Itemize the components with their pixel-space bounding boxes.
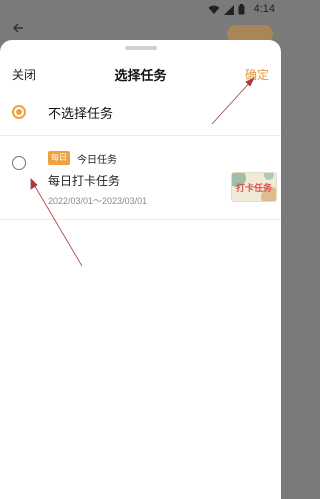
back-arrow-icon xyxy=(12,22,24,38)
status-time: 4:14 xyxy=(253,3,275,15)
task-date-range: 2022/03/01～2023/03/01 xyxy=(48,196,148,206)
select-task-sheet: 关闭 选择任务 确定 不选择任务 每日 今日任务 每日打卡任务 2022/03/… xyxy=(0,40,281,499)
divider xyxy=(0,135,281,136)
status-bar: 4:14 xyxy=(0,0,281,18)
wifi-icon xyxy=(208,5,220,18)
task-category: 今日任务 xyxy=(77,155,117,166)
dimmed-app-header xyxy=(0,18,281,43)
sheet-header: 关闭 选择任务 确定 xyxy=(0,60,281,88)
thumbnail-text: 打卡任务 xyxy=(235,184,272,194)
divider xyxy=(0,219,281,220)
option-no-task-label: 不选择任务 xyxy=(48,107,114,122)
battery-icon xyxy=(238,4,245,18)
sheet-title: 选择任务 xyxy=(114,69,167,84)
signal-icon xyxy=(224,4,234,18)
task-thumbnail: 打卡任务 xyxy=(231,172,277,202)
status-icons xyxy=(208,4,245,18)
task-name: 每日打卡任务 xyxy=(48,174,121,188)
task-item[interactable]: 每日 今日任务 每日打卡任务 2022/03/01～2023/03/01 打卡任… xyxy=(0,140,281,256)
option-no-task[interactable]: 不选择任务 xyxy=(0,98,281,134)
radio-selected-icon[interactable] xyxy=(12,105,26,119)
task-tag-badge: 每日 xyxy=(48,151,70,165)
sheet-drag-handle[interactable] xyxy=(125,46,157,50)
radio-unselected-icon[interactable] xyxy=(12,156,26,170)
confirm-button[interactable]: 确定 xyxy=(245,66,269,83)
